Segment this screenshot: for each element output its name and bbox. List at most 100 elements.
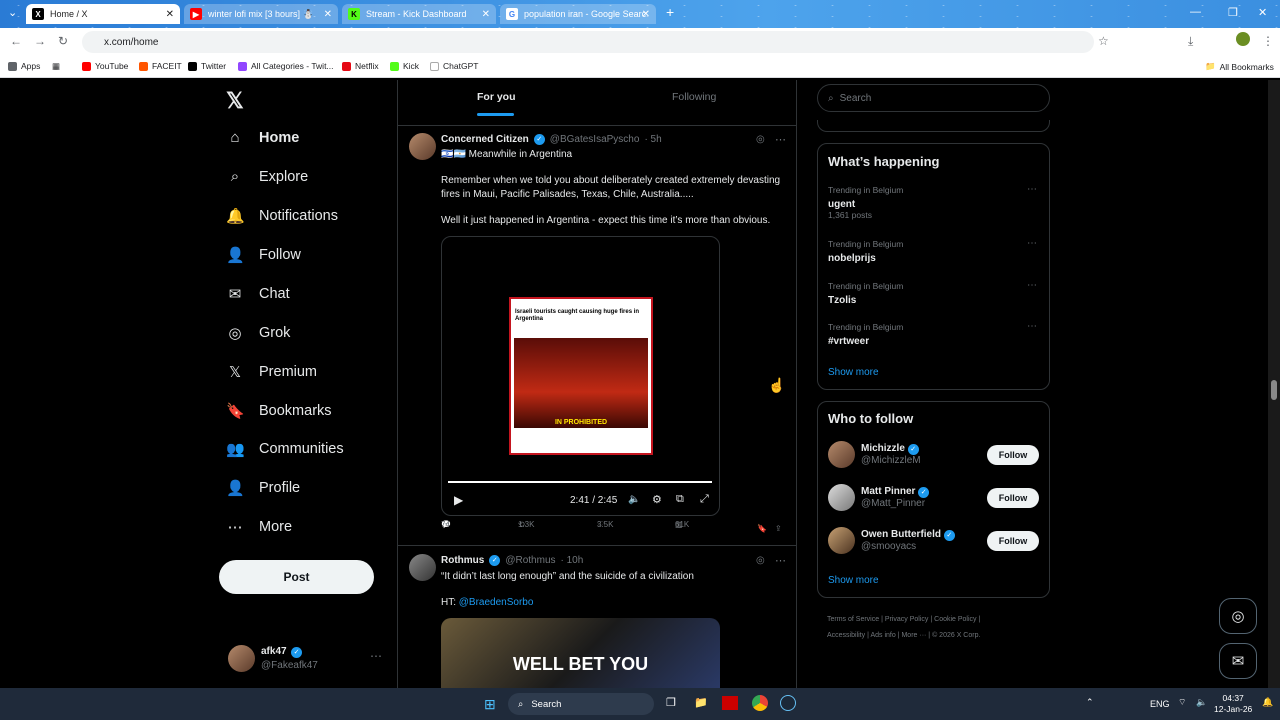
tab-google[interactable]: G population iran - Google Searc ✕ bbox=[500, 4, 656, 24]
clock[interactable]: 04:37 12-Jan-26 bbox=[1214, 693, 1252, 715]
tab-following[interactable]: Following bbox=[672, 91, 716, 103]
progress-bar[interactable] bbox=[448, 481, 712, 483]
nav-notifications[interactable]: 🔔 Notifications bbox=[226, 207, 338, 225]
privacy-link[interactable]: Privacy Policy bbox=[885, 616, 929, 623]
nav-grok[interactable]: ◎ Grok bbox=[226, 324, 290, 342]
suggested-user[interactable]: Owen Butterfield ✓ @smooyacs bbox=[828, 527, 955, 554]
author-name[interactable]: Rothmus bbox=[441, 555, 484, 566]
reload-icon[interactable]: ↻ bbox=[58, 34, 68, 48]
trend-item[interactable]: Trending in Belgium #vrtweer bbox=[828, 322, 903, 347]
author-handle[interactable]: @BGatesIsaPyscho bbox=[550, 134, 640, 145]
nav-profile[interactable]: 👤 Profile bbox=[226, 479, 300, 497]
messages-button[interactable]: ✉ bbox=[1219, 643, 1257, 679]
tab-kick[interactable]: K Stream - Kick Dashboard ✕ bbox=[342, 4, 496, 24]
x-logo[interactable]: 𝕏 bbox=[226, 88, 244, 114]
minimize-icon[interactable]: — bbox=[1190, 6, 1201, 18]
close-tab-icon[interactable]: ✕ bbox=[166, 9, 174, 20]
wifi-icon[interactable]: ⌔ bbox=[1178, 697, 1186, 708]
volume-icon[interactable]: 🔈 bbox=[628, 494, 640, 505]
follow-button[interactable]: Follow bbox=[987, 531, 1039, 551]
author-name[interactable]: Concerned Citizen bbox=[441, 134, 529, 145]
nav-home[interactable]: ⌂ Home bbox=[226, 129, 299, 146]
nav-premium[interactable]: 𝕏 Premium bbox=[226, 363, 317, 381]
avatar[interactable] bbox=[409, 133, 436, 160]
follow-button[interactable]: Follow bbox=[987, 445, 1039, 465]
trend-more-icon[interactable]: ⋯ bbox=[1027, 321, 1037, 332]
tab-search-icon[interactable]: ⌄ bbox=[8, 6, 17, 19]
grok-icon[interactable]: ◎ bbox=[756, 555, 765, 566]
follow-button[interactable]: Follow bbox=[987, 488, 1039, 508]
star-icon[interactable]: ☆ bbox=[1098, 34, 1109, 48]
bookmark-apps[interactable]: Apps bbox=[8, 61, 40, 71]
tweet-time[interactable]: · 10h bbox=[561, 555, 584, 566]
language-indicator[interactable]: ENG bbox=[1150, 699, 1170, 709]
tab-lofi[interactable]: ▶ winter lofi mix [3 hours] ☃️ ✕ bbox=[184, 4, 338, 24]
menu-icon[interactable]: ⋮ bbox=[1262, 34, 1274, 48]
search-input[interactable]: ⌕ Search bbox=[817, 84, 1050, 112]
account-switcher[interactable]: afk47 ✓ @Fakeafk47 ⋯ bbox=[228, 643, 388, 675]
bookmark-youtube[interactable]: YouTube bbox=[82, 61, 128, 71]
download-icon[interactable]: ⤓ bbox=[1188, 34, 1193, 49]
show-more-link[interactable]: Show more bbox=[828, 575, 879, 586]
pip-icon[interactable]: ⧉ bbox=[676, 493, 684, 506]
close-tab-icon[interactable]: ✕ bbox=[324, 9, 332, 20]
suggested-user[interactable]: Michizzle ✓ @MichizzleM bbox=[828, 441, 921, 468]
close-tab-icon[interactable]: ✕ bbox=[642, 9, 650, 20]
suggested-user[interactable]: Matt Pinner ✓ @Matt_Pinner bbox=[828, 484, 930, 511]
mention-link[interactable]: @BraedenSorbo bbox=[459, 597, 534, 608]
chrome-icon[interactable] bbox=[752, 695, 768, 711]
new-tab-icon[interactable]: + bbox=[666, 4, 674, 20]
more-link[interactable]: More ··· bbox=[901, 632, 926, 639]
grok-icon[interactable]: ◎ bbox=[756, 134, 765, 145]
close-window-icon[interactable]: ✕ bbox=[1258, 6, 1267, 19]
bookmark-netflix[interactable]: Netflix bbox=[342, 61, 379, 71]
trend-more-icon[interactable]: ⋯ bbox=[1027, 280, 1037, 291]
bookmark-twitch[interactable]: All Categories - Twit... bbox=[238, 61, 334, 71]
terms-link[interactable]: Terms of Service bbox=[827, 616, 879, 623]
nav-follow[interactable]: 👤 Follow bbox=[226, 246, 301, 264]
settings-icon[interactable]: ⚙ bbox=[652, 493, 662, 506]
video-player[interactable]: Israeli tourists caught causing huge fir… bbox=[441, 236, 720, 516]
nav-explore[interactable]: ⌕ Explore bbox=[226, 168, 308, 185]
trend-item[interactable]: Trending in Belgium Tzolis bbox=[828, 281, 903, 306]
share-icon[interactable]: ⇪ bbox=[775, 524, 782, 533]
tray-overflow-icon[interactable]: ⌃ bbox=[1086, 697, 1094, 708]
grid-icon[interactable]: ▦ bbox=[52, 61, 60, 72]
post-button[interactable]: Post bbox=[219, 560, 374, 594]
nav-communities[interactable]: 👥 Communities bbox=[226, 440, 344, 458]
bookmark-kick[interactable]: Kick bbox=[390, 61, 419, 71]
scrollbar-thumb[interactable] bbox=[1271, 380, 1277, 400]
tweet-more-icon[interactable]: ⋯ bbox=[775, 133, 786, 146]
notifications-icon[interactable]: 🔔 bbox=[1262, 697, 1273, 708]
back-icon[interactable]: ← bbox=[10, 34, 22, 48]
profile-avatar-icon[interactable] bbox=[1236, 32, 1250, 46]
forward-icon[interactable]: → bbox=[34, 34, 46, 48]
ads-info-link[interactable]: Ads info bbox=[870, 632, 895, 639]
windows-start-icon[interactable]: ⊞ bbox=[484, 696, 496, 713]
trend-more-icon[interactable]: ⋯ bbox=[1027, 184, 1037, 195]
trend-item[interactable]: Trending in Belgium ugent 1,361 posts bbox=[828, 185, 903, 220]
steam-icon[interactable] bbox=[780, 695, 796, 711]
tab-home-x[interactable]: X Home / X ✕ bbox=[26, 4, 180, 24]
account-more-icon[interactable]: ⋯ bbox=[370, 649, 382, 663]
meme-image[interactable]: WELL BET YOU bbox=[441, 618, 720, 688]
task-view-icon[interactable]: ❐ bbox=[666, 696, 676, 709]
tweet-more-icon[interactable]: ⋯ bbox=[775, 554, 786, 567]
author-handle[interactable]: @Rothmus bbox=[505, 555, 555, 566]
nav-more[interactable]: ⋯ More bbox=[226, 518, 293, 536]
bookmark-twitter[interactable]: Twitter bbox=[188, 61, 226, 71]
grok-button[interactable]: ◎ bbox=[1219, 598, 1257, 634]
tab-for-you[interactable]: For you bbox=[477, 91, 516, 103]
tweet[interactable]: Rothmus ✓ @Rothmus · 10h ◎ ⋯ “It didn’t … bbox=[398, 547, 796, 688]
nav-bookmarks[interactable]: 🔖 Bookmarks bbox=[226, 402, 332, 420]
maximize-icon[interactable]: ❐ bbox=[1228, 6, 1238, 19]
cookie-link[interactable]: Cookie Policy bbox=[934, 616, 976, 623]
tweet-time[interactable]: · 5h bbox=[644, 134, 661, 145]
file-explorer-icon[interactable]: 📁 bbox=[694, 696, 708, 709]
url-field[interactable]: x.com/home bbox=[82, 31, 1094, 53]
close-tab-icon[interactable]: ✕ bbox=[482, 9, 490, 20]
trend-more-icon[interactable]: ⋯ bbox=[1027, 238, 1037, 249]
app-icon[interactable] bbox=[722, 696, 738, 710]
volume-icon[interactable]: 🔈 bbox=[1196, 697, 1207, 708]
show-more-link[interactable]: Show more bbox=[828, 367, 879, 378]
